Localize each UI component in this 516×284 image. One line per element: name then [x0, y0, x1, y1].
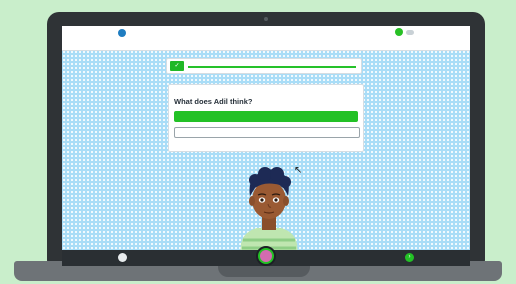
laptop-screen: ✓ What does Adil think? ↖ ›: [62, 26, 470, 266]
answer-option-2[interactable]: [174, 127, 360, 138]
status-icon[interactable]: [395, 28, 403, 36]
progress-card: ✓: [166, 58, 362, 74]
question-card: What does Adil think?: [168, 84, 364, 152]
next-arrow-icon[interactable]: ›: [405, 253, 414, 262]
webcam-icon: [264, 17, 268, 21]
next-control[interactable]: ›: [402, 253, 414, 262]
bottom-left-user[interactable]: [118, 253, 130, 262]
lesson-icon: ✓: [170, 61, 184, 71]
center-avatar-button[interactable]: [256, 246, 276, 266]
user-avatar: [118, 253, 127, 262]
progress-bar: [188, 66, 356, 68]
question-title: What does Adil think?: [174, 97, 253, 106]
app-header: [62, 26, 470, 41]
header-user-area: [392, 28, 414, 36]
logo[interactable]: [118, 28, 128, 38]
progress-bar-fill: [188, 66, 356, 68]
cursor-icon: ↖: [294, 165, 303, 176]
avatar-icon: [260, 250, 272, 262]
menu-toggle[interactable]: [406, 29, 414, 35]
answer-option-1[interactable]: [174, 111, 358, 122]
logo-icon: [118, 29, 126, 37]
bottom-bar: ›: [62, 246, 470, 266]
sub-navigation: [62, 40, 470, 51]
